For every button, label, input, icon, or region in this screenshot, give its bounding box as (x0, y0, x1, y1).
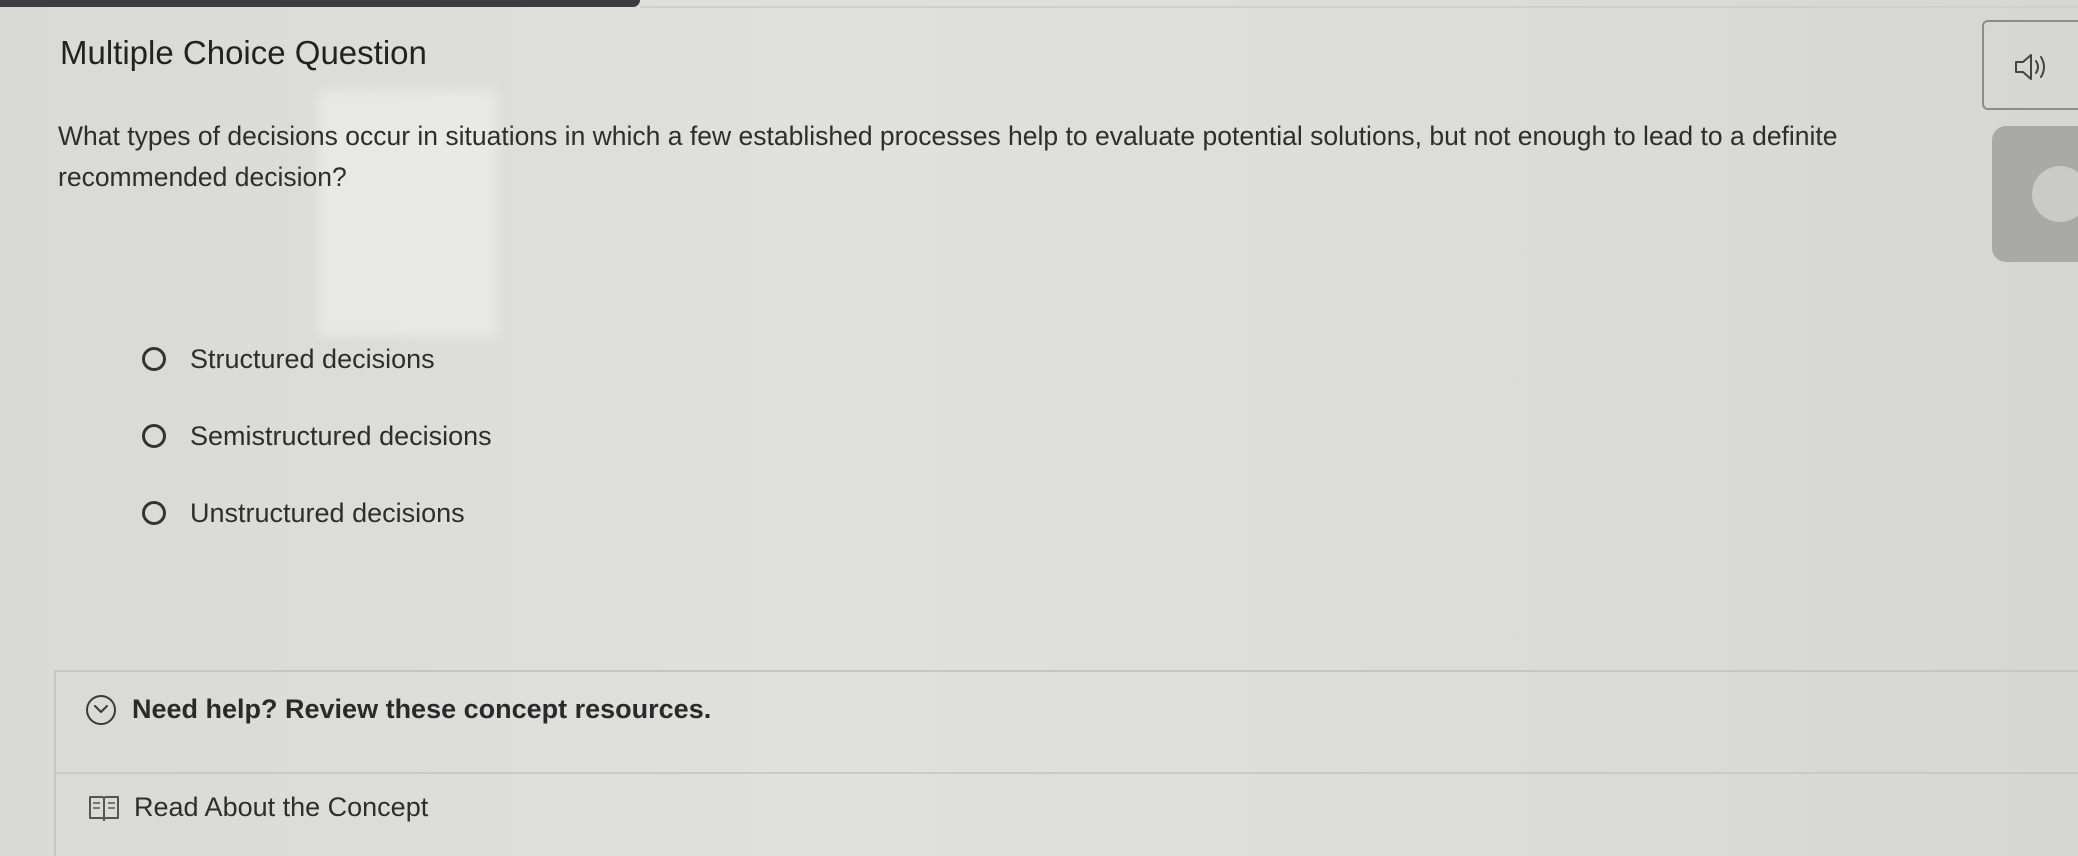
page: Multiple Choice Question What types of d… (0, 0, 2078, 856)
option-label: Semistructured decisions (190, 420, 492, 451)
question-prompt: What types of decisions occur in situati… (58, 121, 1838, 192)
concept-resources-title: Need help? Review these concept resource… (132, 694, 712, 724)
radio-button[interactable] (142, 347, 166, 371)
radio-button[interactable] (142, 501, 166, 525)
option-structured[interactable]: Structured decisions (142, 340, 492, 378)
top-progress-bar (0, 0, 640, 7)
divider (56, 772, 2078, 774)
answer-options: Structured decisions Semistructured deci… (142, 340, 492, 571)
book-icon (89, 795, 119, 821)
chevron-down-circle-icon (86, 694, 116, 725)
option-unstructured[interactable]: Unstructured decisions (142, 494, 492, 532)
concept-resources-toggle[interactable]: Need help? Review these concept resource… (86, 694, 711, 725)
concept-resources-panel: Need help? Review these concept resource… (54, 670, 2078, 856)
option-label: Structured decisions (190, 343, 435, 374)
question-type-heading: Multiple Choice Question (60, 34, 427, 71)
option-label: Unstructured decisions (190, 497, 465, 528)
speaker-icon (2015, 54, 2045, 80)
side-tab-knob (2032, 166, 2078, 222)
top-divider (640, 6, 2078, 8)
resource-label: Read About the Concept (134, 792, 429, 822)
read-aloud-button[interactable] (1982, 20, 2078, 110)
read-about-concept-link[interactable]: Read About the Concept (88, 792, 428, 823)
radio-button[interactable] (142, 424, 166, 448)
option-semistructured[interactable]: Semistructured decisions (142, 417, 492, 455)
